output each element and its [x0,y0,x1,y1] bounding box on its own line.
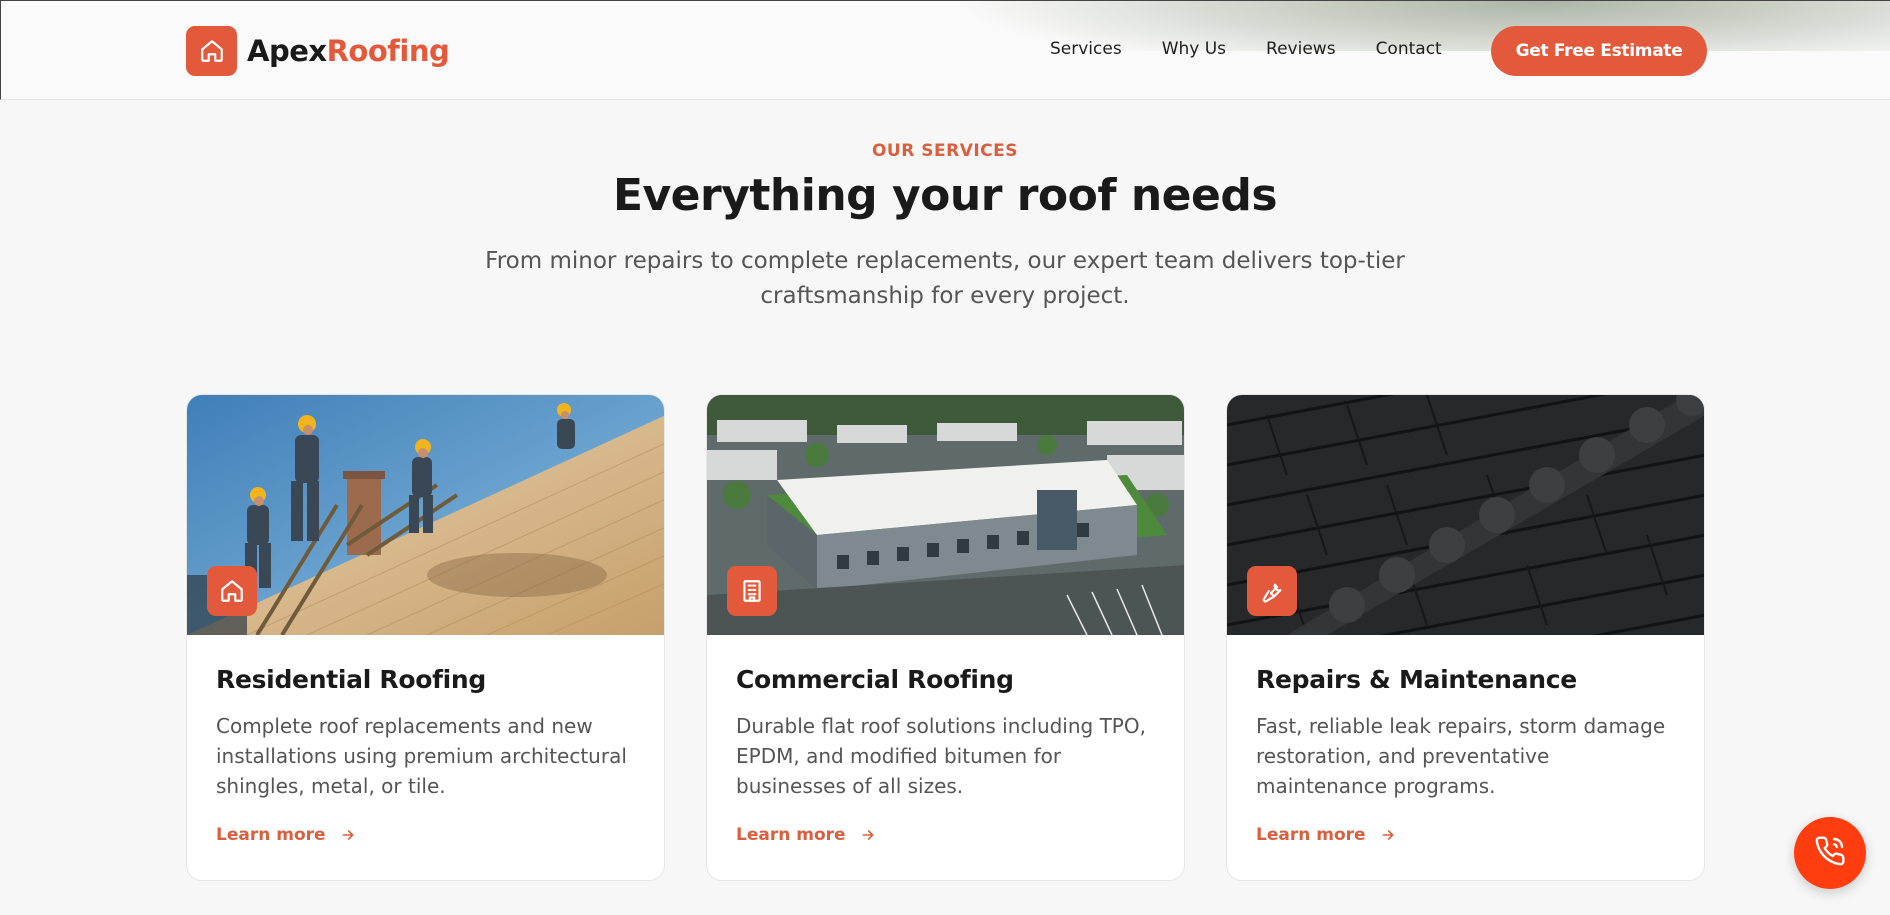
learn-more-link[interactable]: Learn more [216,825,356,845]
section-subtitle: From minor repairs to complete replaceme… [485,248,1405,309]
nav-item-reviews[interactable]: Reviews [1266,39,1336,59]
card-title: Residential Roofing [216,665,487,694]
service-card-commercial[interactable]: Commercial Roofing Durable flat roof sol… [706,394,1185,881]
call-button[interactable] [1794,817,1866,889]
site-header: ApexRoofing Services Why Us Reviews Cont… [0,0,1890,100]
main-nav: Services Why Us Reviews Contact [1050,39,1442,59]
building-icon [727,566,777,616]
phone-icon [1814,835,1846,871]
wrench-icon [1247,566,1297,616]
learn-more-link[interactable]: Learn more [1256,825,1396,845]
card-title: Commercial Roofing [736,665,1014,694]
get-free-estimate-button[interactable]: Get Free Estimate [1491,26,1707,76]
section-title: Everything your roof needs [612,170,1278,221]
arrow-right-icon [1380,827,1396,843]
logo-text: ApexRoofing [247,34,450,68]
learn-more-label: Learn more [1256,825,1366,845]
roof-shingles-image [1227,395,1704,635]
nav-item-contact[interactable]: Contact [1376,39,1442,59]
nav-item-services[interactable]: Services [1050,39,1122,59]
card-title: Repairs & Maintenance [1256,665,1577,694]
learn-more-label: Learn more [216,825,326,845]
card-description: Fast, reliable leak repairs, storm damag… [1256,714,1666,798]
nav-item-why-us[interactable]: Why Us [1162,39,1226,59]
commercial-roofing-image [707,395,1184,635]
learn-more-link[interactable]: Learn more [736,825,876,845]
card-description: Durable flat roof solutions including TP… [736,714,1146,798]
home-icon [186,26,237,76]
learn-more-label: Learn more [736,825,846,845]
section-eyebrow: OUR SERVICES [871,141,1019,161]
residential-roofing-image [187,395,664,635]
arrow-right-icon [340,827,356,843]
arrow-right-icon [860,827,876,843]
service-card-residential[interactable]: Residential Roofing Complete roof replac… [186,394,665,881]
home-icon [207,566,257,616]
card-description: Complete roof replacements and new insta… [216,714,627,798]
logo[interactable]: ApexRoofing [186,26,450,76]
service-card-repairs[interactable]: Repairs & Maintenance Fast, reliable lea… [1226,394,1705,881]
